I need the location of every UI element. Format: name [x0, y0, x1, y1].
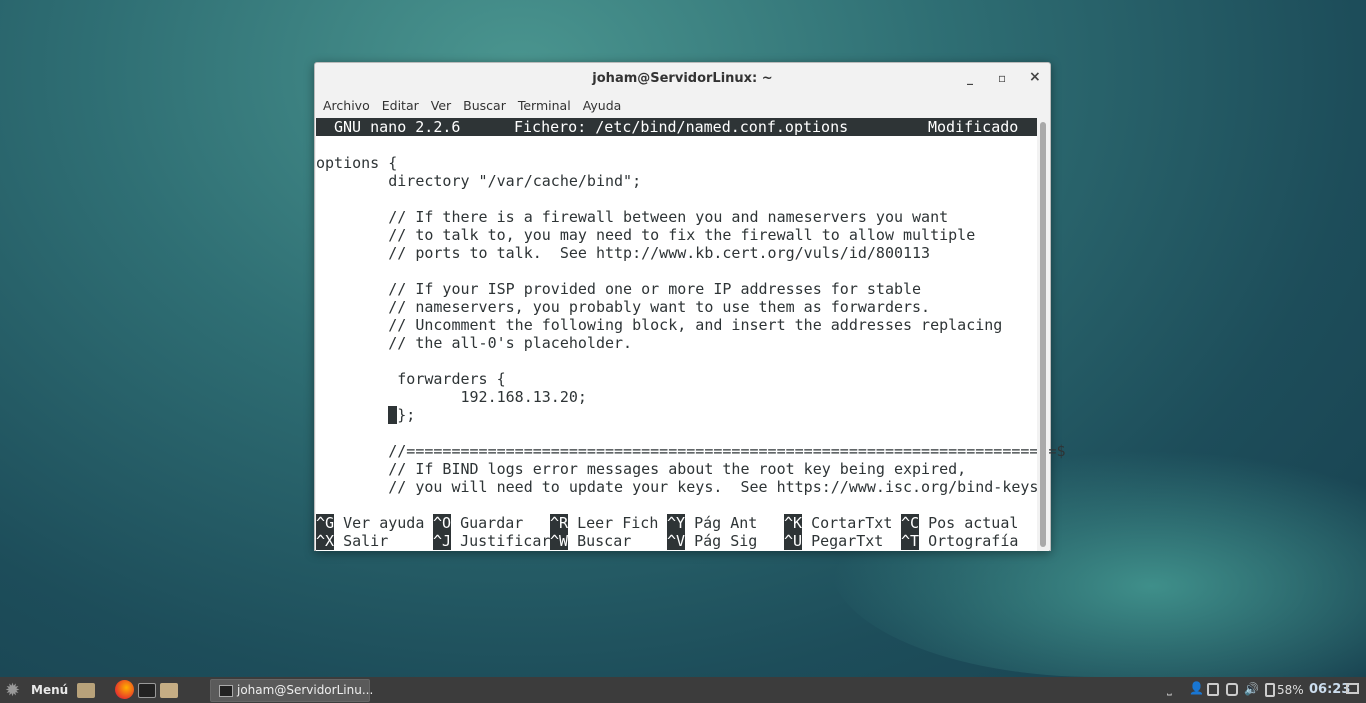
shortcut-label: Leer Fich	[577, 514, 659, 532]
shortcut-label: Pág Sig	[694, 532, 758, 550]
nano-header: GNU nano 2.2.6 Fichero: /etc/bind/named.…	[316, 118, 1038, 136]
code-line: // nameservers, you probably want to use…	[316, 298, 931, 316]
shortcut-label: Buscar	[577, 532, 632, 550]
shortcut-ctrl-c[interactable]: ^C Pos actual	[901, 514, 1018, 532]
code-line: //======================================…	[316, 442, 1066, 460]
code-line: // the all-0's placeholder.	[316, 334, 633, 352]
code-text: };	[397, 406, 416, 424]
code-line: // If your ISP provided one or more IP a…	[316, 280, 922, 298]
shortcut-label: Guardar	[460, 514, 524, 532]
maximize-button[interactable]: ▫	[998, 71, 1006, 85]
update-manager-icon[interactable]	[1207, 683, 1219, 696]
menu-buscar[interactable]: Buscar	[463, 98, 506, 113]
shortcut-label: Justificar	[460, 532, 551, 550]
shortcut-ctrl-t[interactable]: ^T Ortografía	[901, 532, 1018, 550]
volume-icon[interactable]: 🔊	[1244, 682, 1259, 696]
shortcut-label: CortarTxt	[811, 514, 893, 532]
shortcut-label: Pág Ant	[694, 514, 758, 532]
shortcut-key: ^V	[667, 532, 686, 550]
shortcut-ctrl-r[interactable]: ^R Leer Fich	[550, 514, 667, 532]
menu-bar: Archivo Editar Ver Buscar Terminal Ayuda	[315, 93, 1050, 118]
nano-version: GNU nano 2.2.6	[334, 118, 461, 136]
shortcut-label: PegarTxt	[811, 532, 884, 550]
shortcut-ctrl-v[interactable]: ^V Pág Sig	[667, 532, 784, 550]
shortcut-ctrl-w[interactable]: ^W Buscar	[550, 532, 667, 550]
workspace-icon[interactable]: ⎵	[1167, 682, 1172, 697]
shortcut-key: ^Y	[667, 514, 686, 532]
code-line: // you will need to update your keys. Se…	[316, 478, 1039, 496]
close-button[interactable]: ×	[1029, 69, 1041, 85]
menu-ayuda[interactable]: Ayuda	[583, 98, 622, 113]
menu-terminal[interactable]: Terminal	[518, 98, 571, 113]
code-line: // Uncomment the following block, and in…	[316, 316, 1003, 334]
shortcut-row: ^X Salir ^J Justificar^W Buscar ^V Pág Sig…	[316, 532, 1038, 550]
code-line: };	[316, 406, 1038, 424]
code-line: // If there is a firewall between you an…	[316, 208, 949, 226]
shortcut-key: ^U	[784, 532, 803, 550]
shortcut-ctrl-u[interactable]: ^U PegarTxt	[784, 532, 901, 550]
code-line: forwarders {	[316, 370, 506, 388]
clock[interactable]: 06:23	[1309, 682, 1350, 697]
shortcut-ctrl-k[interactable]: ^K CortarTxt	[784, 514, 901, 532]
shortcut-key: ^K	[784, 514, 803, 532]
shortcut-ctrl-j[interactable]: ^J Justificar	[433, 532, 550, 550]
battery-icon[interactable]	[1265, 683, 1275, 697]
shortcut-key: ^X	[316, 532, 335, 550]
shortcut-ctrl-x[interactable]: ^X Salir	[316, 532, 433, 550]
scrollbar[interactable]	[1037, 118, 1049, 551]
battery-percent: 58%	[1277, 683, 1304, 697]
shortcut-label: Pos actual	[928, 514, 1019, 532]
shortcut-ctrl-y[interactable]: ^Y Pág Ant	[667, 514, 784, 532]
shortcut-key: ^T	[901, 532, 920, 550]
code-line: // to talk to, you may need to fix the f…	[316, 226, 976, 244]
firefox-icon[interactable]	[115, 680, 134, 699]
notifications-icon[interactable]	[1226, 683, 1238, 696]
shortcut-label: Ortografía	[928, 532, 1019, 550]
window-title: joham@ServidorLinux: ~	[592, 71, 773, 86]
menu-editar[interactable]: Editar	[382, 98, 419, 113]
shortcut-key: ^J	[433, 532, 452, 550]
file-manager-icon[interactable]	[77, 683, 95, 698]
code-line: // If BIND logs error messages about the…	[316, 460, 967, 478]
code-line: 192.168.13.20;	[316, 388, 587, 406]
menu-gear-icon[interactable]: ✹	[5, 680, 20, 701]
user-icon[interactable]: 👤	[1189, 681, 1204, 695]
code-line: directory "/var/cache/bind";	[316, 172, 642, 190]
nano-filename: Fichero: /etc/bind/named.conf.options	[514, 118, 849, 136]
menu-ver[interactable]: Ver	[431, 98, 451, 113]
code-line: options {	[316, 154, 398, 172]
nano-status: Modificado	[928, 118, 1019, 136]
shortcut-key: ^W	[550, 532, 569, 550]
folder-icon[interactable]	[160, 683, 178, 698]
shortcut-ctrl-o[interactable]: ^O Guardar	[433, 514, 550, 532]
terminal-icon	[219, 685, 233, 697]
shortcut-row: ^G Ver ayuda ^O Guardar ^R Leer Fich ^Y Pág…	[316, 514, 1038, 532]
taskbar: ✹ Menú joham@ServidorLinu... ⎵ 👤 🔊 58% 0…	[0, 677, 1366, 703]
shortcut-label: Ver ayuda	[343, 514, 425, 532]
terminal-content[interactable]: GNU nano 2.2.6 Fichero: /etc/bind/named.…	[316, 118, 1066, 551]
menu-archivo[interactable]: Archivo	[323, 98, 370, 113]
shortcut-key: ^C	[901, 514, 920, 532]
menu-button[interactable]: Menú	[31, 683, 68, 697]
taskbar-item-terminal[interactable]: joham@ServidorLinu...	[210, 679, 374, 702]
shortcut-key: ^R	[550, 514, 569, 532]
shortcut-key: ^G	[316, 514, 335, 532]
minimize-button[interactable]: _	[967, 71, 973, 85]
shortcut-key: ^O	[433, 514, 452, 532]
taskbar-item-label: joham@ServidorLinu...	[237, 683, 374, 697]
shortcut-label: Salir	[343, 532, 389, 550]
text-cursor	[388, 406, 398, 424]
terminal-window: joham@ServidorLinux: ~ _ ▫ × Archivo Edit…	[314, 62, 1066, 551]
terminal-launcher-icon[interactable]	[138, 683, 156, 698]
code-line: // ports to talk. See http://www.kb.cert…	[316, 244, 931, 262]
shortcut-ctrl-g[interactable]: ^G Ver ayuda	[316, 514, 433, 532]
show-desktop-icon[interactable]	[1346, 683, 1359, 694]
